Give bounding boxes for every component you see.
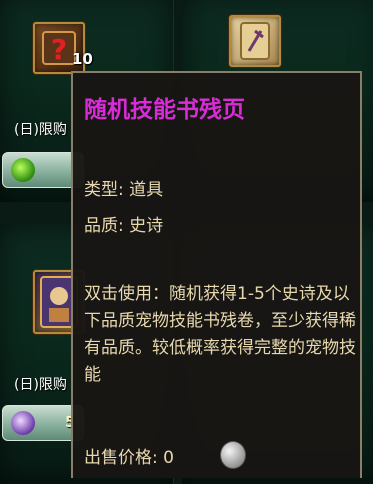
type-value: 道具 xyxy=(129,180,164,200)
svg-text:?: ? xyxy=(51,33,67,66)
tooltip-title: 随机技能书残页 xyxy=(84,97,245,123)
shop-panel: ? 10 (日)限购 (日)限购 5 随机技能书残页 类型: 道具 xyxy=(0,0,373,484)
scroll-icon xyxy=(240,22,270,60)
price-label: 出售价格: xyxy=(84,448,158,468)
crystal-orb-icon xyxy=(11,411,35,435)
item-name-3: (日)限购 xyxy=(14,377,67,393)
item-tooltip: 随机技能书残页 类型: 道具 品质: 史诗 双击使用：随机获得1-5个史诗及以下… xyxy=(71,71,362,478)
tooltip-price-row: 出售价格: 0 xyxy=(84,443,174,468)
quality-label: 品质: xyxy=(84,216,124,236)
item-name-1: (日)限购 xyxy=(14,122,67,138)
tooltip-description: 双击使用：随机获得1-5个史诗及以下品质宠物技能书残卷，至少获得稀有品质。较低概… xyxy=(84,284,356,385)
price-value: 0 xyxy=(163,448,174,468)
item-count: 10 xyxy=(72,50,93,68)
tooltip-type-row: 类型: 道具 xyxy=(84,175,163,200)
silver-coin-icon xyxy=(220,441,246,469)
tooltip-quality-row: 品质: 史诗 xyxy=(84,211,163,236)
type-label: 类型: xyxy=(84,180,124,200)
item-slot-2[interactable] xyxy=(229,15,281,67)
quality-value: 史诗 xyxy=(129,216,164,236)
green-orb-icon xyxy=(11,158,35,182)
